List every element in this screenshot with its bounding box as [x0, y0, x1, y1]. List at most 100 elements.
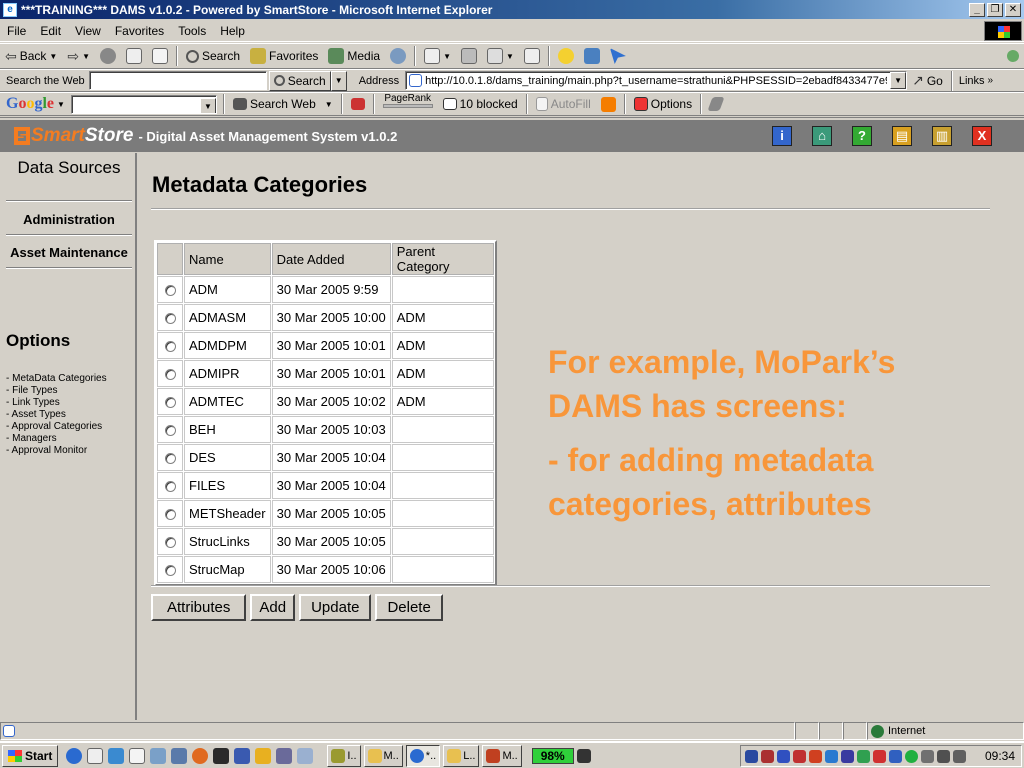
info-icon[interactable]: i	[772, 126, 792, 146]
help-icon[interactable]: ?	[852, 126, 872, 146]
toolbar-handle[interactable]	[1002, 45, 1024, 67]
news-button[interactable]	[346, 93, 370, 115]
book-icon[interactable]: ▥	[932, 126, 952, 146]
table-row[interactable]: DES 30 Mar 2005 10:04	[157, 444, 494, 471]
row-radio-button[interactable]	[164, 536, 176, 548]
back-button[interactable]: ⇦ Back ▼	[0, 45, 62, 67]
computer-icon[interactable]	[150, 747, 167, 764]
search-web-google-button[interactable]: Search Web ▼	[228, 93, 338, 115]
discuss-button[interactable]	[519, 45, 545, 67]
tray-icon[interactable]	[792, 749, 806, 763]
search-options-dropdown[interactable]: ▼	[330, 70, 347, 91]
mail-button[interactable]: ▼	[419, 45, 456, 67]
close-window-button[interactable]: ✕	[1005, 2, 1021, 17]
option-asset-types[interactable]: - Asset Types	[6, 409, 107, 421]
google-options-button[interactable]: Options	[629, 93, 697, 115]
tray-icon[interactable]	[760, 749, 774, 763]
address-dropdown[interactable]: ▼	[890, 72, 907, 89]
tray-icon[interactable]	[744, 749, 758, 763]
update-button[interactable]: Update	[299, 594, 372, 621]
menu-favorites[interactable]: Favorites	[108, 24, 171, 38]
row-radio-button[interactable]	[164, 452, 176, 464]
tray-icon[interactable]	[808, 749, 822, 763]
tray-icon[interactable]	[936, 749, 950, 763]
nav-administration[interactable]: Administration	[6, 212, 132, 227]
tool-icon[interactable]	[276, 747, 293, 764]
folder-icon[interactable]: ▤	[892, 126, 912, 146]
tray-icon[interactable]	[888, 749, 902, 763]
google-search-input[interactable]: ▼	[70, 94, 217, 114]
add-button[interactable]: Add	[250, 594, 296, 621]
address-input[interactable]: http://10.0.1.8/dams_training/main.php?t…	[405, 71, 908, 90]
table-row[interactable]: ADMIPR 30 Mar 2005 10:01 ADM	[157, 360, 494, 387]
search-web-button[interactable]: Search	[268, 70, 331, 91]
search-web-input[interactable]	[88, 71, 267, 90]
print-button[interactable]	[456, 45, 482, 67]
autofill-button[interactable]: AutoFill	[531, 93, 596, 115]
calendar-icon[interactable]	[129, 747, 146, 764]
row-radio-button[interactable]	[164, 340, 176, 352]
menu-tools[interactable]: Tools	[171, 24, 213, 38]
row-radio-button[interactable]	[164, 312, 176, 324]
option-approval-monitor[interactable]: - Approval Monitor	[6, 445, 107, 457]
menu-file[interactable]: File	[0, 24, 33, 38]
google-logo[interactable]: Google	[0, 95, 57, 113]
app-icon[interactable]	[213, 747, 230, 764]
messenger-button[interactable]	[553, 45, 579, 67]
highlight-button[interactable]	[705, 93, 727, 115]
row-radio-button[interactable]	[164, 368, 176, 380]
google-search-dropdown[interactable]: ▼	[199, 97, 216, 113]
blogger-button[interactable]	[596, 93, 621, 115]
chevron-down-icon[interactable]: ▼	[57, 100, 65, 109]
row-radio-button[interactable]	[164, 564, 176, 576]
table-row[interactable]: FILES 30 Mar 2005 10:04	[157, 472, 494, 499]
option-metadata-categories[interactable]: - MetaData Categories	[6, 373, 107, 385]
taskbar-task-1[interactable]: I..	[327, 744, 361, 767]
row-radio-button[interactable]	[164, 424, 176, 436]
table-row[interactable]: StrucLinks 30 Mar 2005 10:05	[157, 528, 494, 555]
delete-button[interactable]: Delete	[375, 594, 443, 621]
tray-icon[interactable]	[856, 749, 870, 763]
tray-icon[interactable]	[776, 749, 790, 763]
cursor-button[interactable]	[605, 45, 631, 67]
table-row[interactable]: ADMTEC 30 Mar 2005 10:02 ADM	[157, 388, 494, 415]
menu-help[interactable]: Help	[213, 24, 252, 38]
edit-button[interactable]: ▼	[482, 45, 519, 67]
window-title-bar[interactable]: e ***TRAINING*** DAMS v1.0.2 - Powered b…	[0, 0, 1024, 19]
taskbar-task-2[interactable]: M..	[363, 744, 403, 767]
go-button[interactable]: ↗ Go	[907, 70, 948, 92]
history-button[interactable]	[385, 45, 411, 67]
taskbar-task-ie[interactable]: *..	[405, 744, 441, 767]
row-radio-button[interactable]	[164, 480, 176, 492]
table-row[interactable]: ADM 30 Mar 2005 9:59	[157, 276, 494, 303]
option-file-types[interactable]: - File Types	[6, 385, 107, 397]
table-row[interactable]: ADMDPM 30 Mar 2005 10:01 ADM	[157, 332, 494, 359]
mail-icon[interactable]	[87, 747, 104, 764]
taskbar-task-3[interactable]: L..	[443, 744, 480, 767]
taskbar-task-4[interactable]: M..	[482, 744, 522, 767]
table-row[interactable]: BEH 30 Mar 2005 10:03	[157, 416, 494, 443]
drive-icon[interactable]	[171, 747, 188, 764]
table-row[interactable]: METSheader 30 Mar 2005 10:05	[157, 500, 494, 527]
attributes-button[interactable]: Attributes	[151, 594, 247, 621]
row-radio-button[interactable]	[164, 396, 176, 408]
search-button[interactable]: Search	[181, 45, 245, 67]
home-button[interactable]	[147, 45, 173, 67]
popup-blocker-button[interactable]: 10 blocked	[438, 93, 523, 115]
option-approval-categories[interactable]: - Approval Categories	[6, 421, 107, 433]
firefox-icon[interactable]	[192, 747, 209, 764]
tray-icon[interactable]	[920, 749, 934, 763]
menu-view[interactable]: View	[68, 24, 108, 38]
logout-icon[interactable]: X	[972, 126, 992, 146]
nav-data-sources[interactable]: Data Sources	[6, 158, 132, 178]
tray-icon[interactable]	[840, 749, 854, 763]
media-icon[interactable]	[234, 747, 251, 764]
menu-edit[interactable]: Edit	[33, 24, 68, 38]
row-radio-button[interactable]	[164, 508, 176, 520]
assets-icon[interactable]: ⌂	[812, 126, 832, 146]
forward-button[interactable]: ⇨ ▼	[62, 45, 95, 67]
network-icon[interactable]	[108, 747, 125, 764]
minimize-button[interactable]: _	[969, 2, 985, 17]
favorites-button[interactable]: Favorites	[245, 45, 323, 67]
media-button[interactable]: Media	[323, 45, 385, 67]
